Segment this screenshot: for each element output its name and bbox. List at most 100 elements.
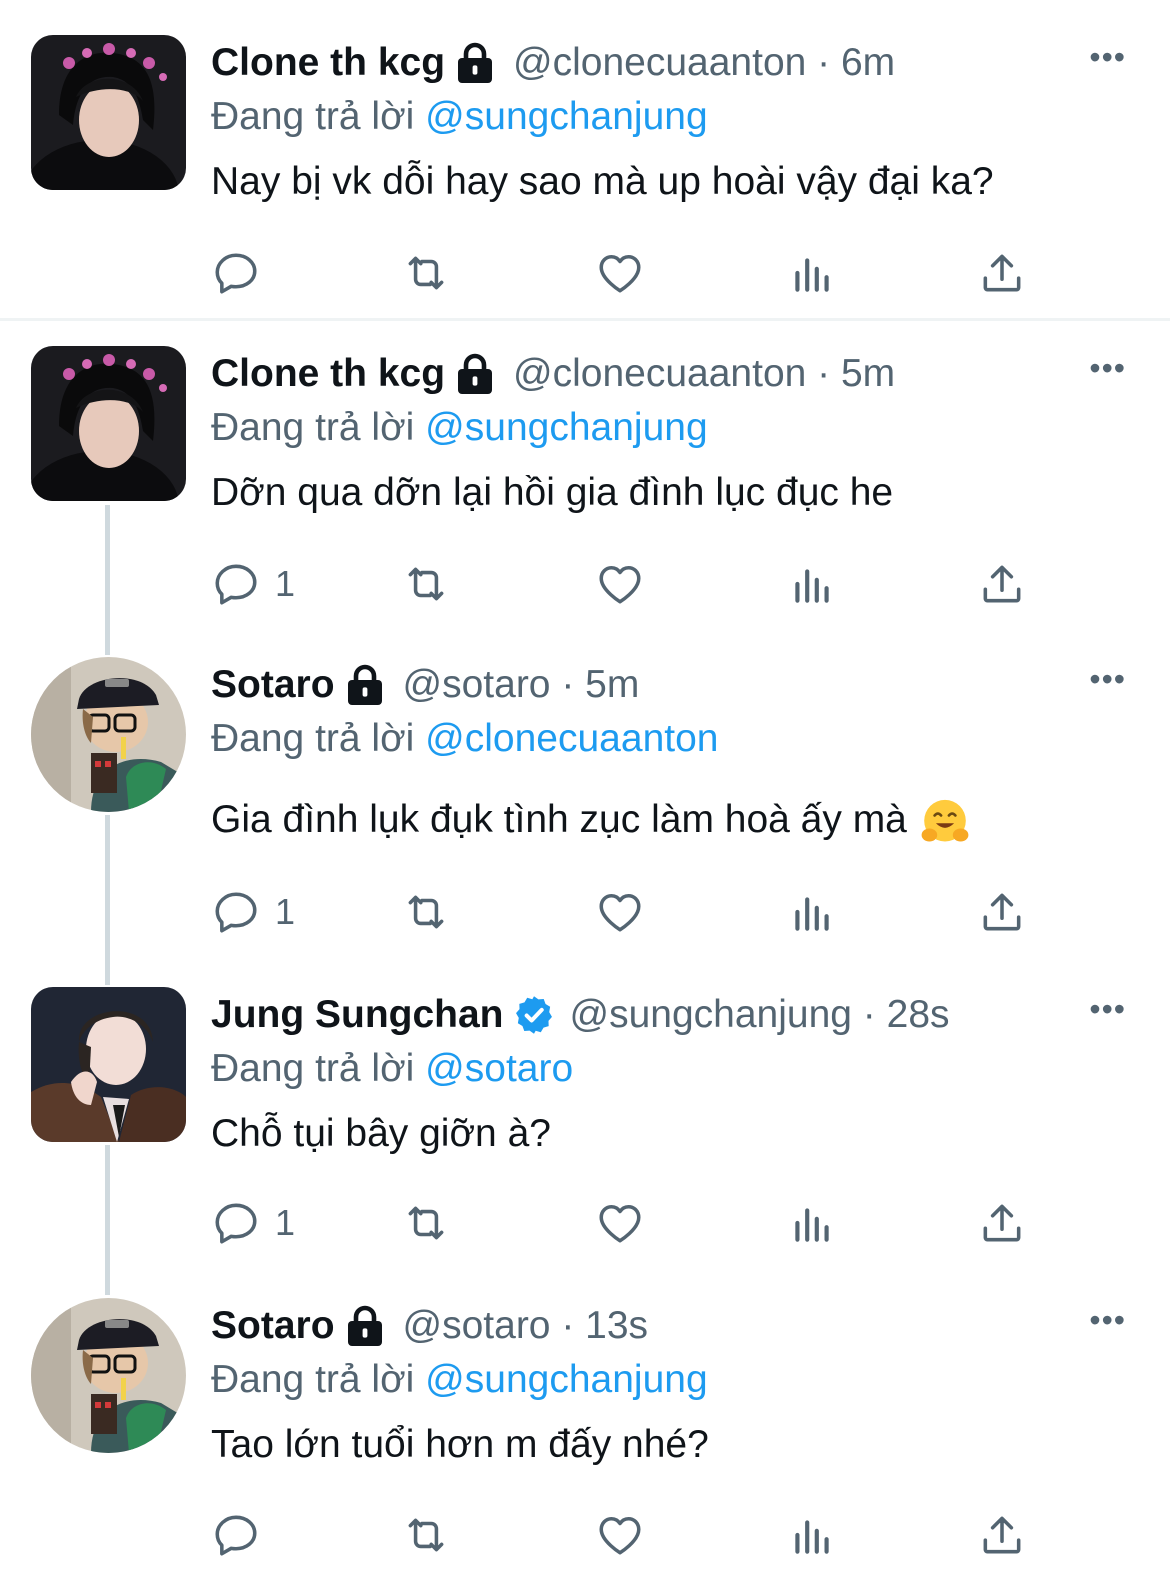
like-icon xyxy=(595,1198,645,1248)
tweet[interactable]: Sotaro @sotaro · 13s Đang trả lời @sungc… xyxy=(0,1298,1170,1568)
reply-button[interactable] xyxy=(211,1507,275,1563)
analytics-icon xyxy=(787,1198,837,1248)
analytics-button[interactable] xyxy=(787,884,837,940)
avatar[interactable] xyxy=(31,346,186,501)
avatar[interactable] xyxy=(31,1298,186,1453)
avatar[interactable] xyxy=(31,35,186,190)
analytics-icon xyxy=(787,559,837,609)
tweet-text: Gia đình lụk đụk tình zục làm hoà ấy mà xyxy=(211,798,907,841)
share-icon xyxy=(977,1198,1027,1248)
replying-label: Đang trả lời xyxy=(211,95,415,138)
more-icon[interactable]: ••• xyxy=(1089,1304,1126,1336)
like-icon xyxy=(595,887,645,937)
retweet-icon xyxy=(401,559,451,609)
tweet[interactable]: Clone th kcg @clonecuaanton · 5m Đang tr… xyxy=(0,346,1170,626)
display-name[interactable]: Sotaro xyxy=(211,657,335,713)
more-icon[interactable]: ••• xyxy=(1089,663,1126,695)
reply-button[interactable] xyxy=(211,245,275,301)
action-bar xyxy=(211,245,1031,301)
handle-time[interactable]: @sungchanjung · 28s xyxy=(570,987,950,1043)
reply-icon xyxy=(211,1198,261,1248)
like-button[interactable] xyxy=(595,1195,645,1251)
like-icon xyxy=(595,248,645,298)
reply-count: 1 xyxy=(275,563,296,604)
reply-mention[interactable]: @sungchanjung xyxy=(425,406,707,449)
share-icon xyxy=(977,248,1027,298)
analytics-icon xyxy=(787,887,837,937)
analytics-button[interactable] xyxy=(787,1195,837,1251)
share-button[interactable] xyxy=(977,1195,1027,1251)
share-button[interactable] xyxy=(977,245,1027,301)
more-icon[interactable]: ••• xyxy=(1089,41,1126,73)
like-icon xyxy=(595,559,645,609)
replying-to: Đang trả lời @sungchanjung xyxy=(211,1354,1130,1406)
lock-icon xyxy=(455,41,495,85)
like-button[interactable] xyxy=(595,1507,645,1563)
retweet-icon xyxy=(401,1510,451,1560)
analytics-button[interactable] xyxy=(787,556,837,612)
reply-mention[interactable]: @sungchanjung xyxy=(425,95,707,138)
tweet[interactable]: Sotaro @sotaro · 5m Đang trả lời @clonec… xyxy=(0,657,1170,957)
reply-icon xyxy=(211,1510,261,1560)
display-name[interactable]: Clone th kcg xyxy=(211,346,445,402)
avatar[interactable] xyxy=(31,657,186,812)
retweet-button[interactable] xyxy=(401,1507,451,1563)
reply-mention[interactable]: @sotaro xyxy=(425,1047,573,1090)
action-bar: 1 xyxy=(211,1195,1031,1251)
like-button[interactable] xyxy=(595,245,645,301)
handle-time[interactable]: @sotaro · 5m xyxy=(403,657,640,713)
retweet-button[interactable] xyxy=(401,556,451,612)
retweet-button[interactable] xyxy=(401,245,451,301)
handle-time[interactable]: @sotaro · 13s xyxy=(403,1298,649,1354)
handle-time[interactable]: @clonecuaanton · 5m xyxy=(513,346,895,402)
tweet[interactable]: Jung Sungchan @sungchanjung · 28s Đang t… xyxy=(0,987,1170,1267)
reply-button[interactable]: 1 xyxy=(211,556,295,612)
display-name[interactable]: Jung Sungchan xyxy=(211,987,504,1043)
tweet-text: Tao lớn tuổi hơn m đấy nhé? xyxy=(211,1423,709,1466)
reply-icon xyxy=(211,887,261,937)
verified-badge-icon xyxy=(512,993,556,1037)
action-bar: 1 xyxy=(211,884,1031,940)
reply-button[interactable]: 1 xyxy=(211,1195,295,1251)
share-button[interactable] xyxy=(977,556,1027,612)
action-bar xyxy=(211,1507,1031,1563)
analytics-icon xyxy=(787,248,837,298)
replying-label: Đang trả lời xyxy=(211,406,415,449)
analytics-button[interactable] xyxy=(787,245,837,301)
display-name[interactable]: Clone th kcg xyxy=(211,35,445,91)
replying-label: Đang trả lời xyxy=(211,1047,415,1090)
like-button[interactable] xyxy=(595,556,645,612)
avatar[interactable] xyxy=(31,987,186,1142)
replying-to: Đang trả lời @sotaro xyxy=(211,1043,1130,1095)
more-icon[interactable]: ••• xyxy=(1089,352,1126,384)
more-icon[interactable]: ••• xyxy=(1089,993,1126,1025)
tweet-text: Nay bị vk dỗi hay sao mà up hoài vậy đại… xyxy=(211,160,994,203)
reply-icon xyxy=(211,248,261,298)
replying-to: Đang trả lời @sungchanjung xyxy=(211,402,1130,454)
analytics-icon xyxy=(787,1510,837,1560)
replying-label: Đang trả lời xyxy=(211,717,415,760)
tweet-text: Chỗ tụi bây giỡn à? xyxy=(211,1112,551,1155)
divider xyxy=(0,318,1170,321)
tweet[interactable]: Clone th kcg @clonecuaanton · 6m Đang tr… xyxy=(0,35,1170,315)
reply-count: 1 xyxy=(275,1202,296,1243)
reply-mention[interactable]: @sungchanjung xyxy=(425,1358,707,1401)
reply-button[interactable]: 1 xyxy=(211,884,295,940)
reply-mention[interactable]: @clonecuaanton xyxy=(425,717,718,760)
like-button[interactable] xyxy=(595,884,645,940)
handle-time[interactable]: @clonecuaanton · 6m xyxy=(513,35,895,91)
display-name[interactable]: Sotaro xyxy=(211,1298,335,1354)
analytics-button[interactable] xyxy=(787,1507,837,1563)
lock-icon xyxy=(345,663,385,707)
retweet-button[interactable] xyxy=(401,1195,451,1251)
hugging-face-emoji xyxy=(921,799,969,842)
share-icon xyxy=(977,887,1027,937)
replying-to: Đang trả lời @sungchanjung xyxy=(211,91,1130,143)
retweet-button[interactable] xyxy=(401,884,451,940)
tweet-body: Gia đình lụk đụk tình zục làm hoà ấy mà xyxy=(211,795,1130,848)
share-button[interactable] xyxy=(977,1507,1027,1563)
retweet-icon xyxy=(401,248,451,298)
share-button[interactable] xyxy=(977,884,1027,940)
lock-icon xyxy=(345,1304,385,1348)
share-icon xyxy=(977,559,1027,609)
